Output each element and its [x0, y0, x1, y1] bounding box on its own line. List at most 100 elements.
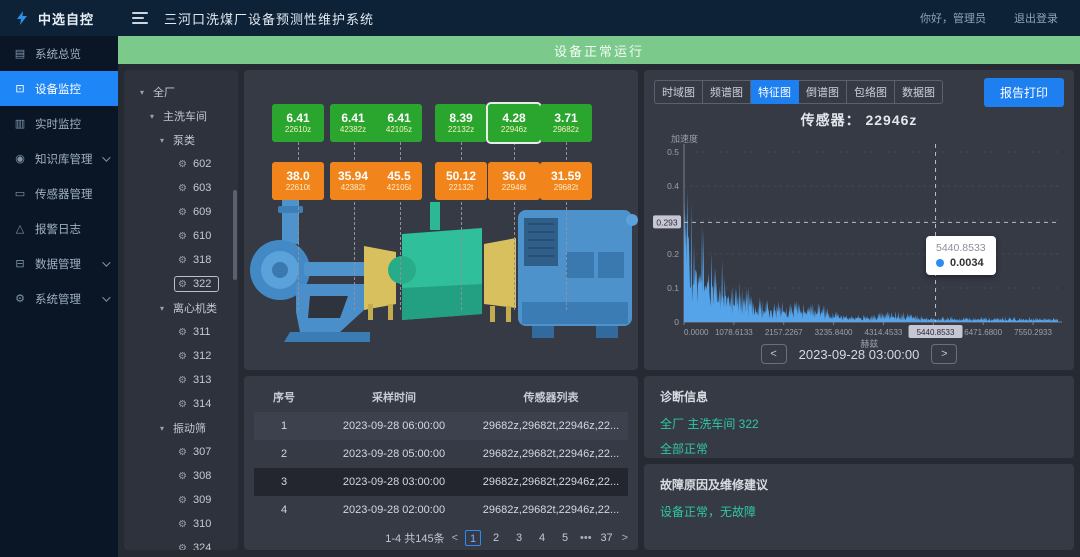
- page-1[interactable]: 1: [465, 530, 481, 546]
- table-row[interactable]: 42023-09-28 02:00:0029682z,29682t,22946z…: [254, 496, 628, 524]
- tree-node-root[interactable]: ▾全厂: [132, 80, 234, 104]
- tab-feature[interactable]: 特征图: [751, 80, 799, 104]
- next-date-button[interactable]: >: [931, 344, 957, 364]
- sensor-box-42382z-42105z[interactable]: 6.4142382z 6.4142105z: [330, 104, 422, 142]
- tab-cepstrum[interactable]: 倒谱图: [799, 80, 847, 104]
- sensor-box-22132t[interactable]: 50.1222132t: [435, 162, 487, 200]
- page-2[interactable]: 2: [488, 530, 504, 546]
- sidebar-item-data-mgmt[interactable]: ⊟数据管理: [0, 246, 118, 281]
- sensor-box-29682z[interactable]: 3.7129682z: [540, 104, 592, 142]
- tree-group-pumps[interactable]: ▾泵类: [132, 128, 234, 152]
- equipment-illustration: [244, 192, 638, 352]
- next-page-button[interactable]: >: [622, 532, 628, 544]
- tree-leaf-322-selected[interactable]: ⚙322: [132, 272, 234, 296]
- device-monitor-icon: ⊡: [13, 82, 27, 95]
- spectrum-chart[interactable]: 加速度00.10.20.30.40.50.00001078.61332157.2…: [652, 132, 1066, 348]
- gear-icon: ⚙: [178, 255, 188, 266]
- sidebar-item-system-mgmt[interactable]: ⚙系统管理: [0, 281, 118, 316]
- tree-leaf-308[interactable]: ⚙308: [132, 464, 234, 488]
- settings-icon: ⚙: [13, 292, 27, 305]
- tab-spectrum[interactable]: 频谱图: [703, 80, 751, 104]
- tree-leaf-312[interactable]: ⚙312: [132, 344, 234, 368]
- tree-scrollbar[interactable]: [233, 190, 237, 280]
- tree-leaf-602[interactable]: ⚙602: [132, 152, 234, 176]
- svg-text:0.293: 0.293: [656, 217, 678, 227]
- prev-page-button[interactable]: <: [452, 532, 458, 544]
- tree-leaf-324[interactable]: ⚙324: [132, 536, 234, 550]
- tab-data[interactable]: 数据图: [895, 80, 943, 104]
- tree-leaf-309[interactable]: ⚙309: [132, 488, 234, 512]
- diagnosis-panel: 诊断信息 全厂 主洗车间 322 全部正常: [644, 376, 1074, 458]
- tree-leaf-314[interactable]: ⚙314: [132, 392, 234, 416]
- logout-link[interactable]: 退出登录: [1014, 10, 1058, 26]
- lightning-icon: [14, 10, 30, 26]
- sidebar-item-overview[interactable]: ▤系统总览: [0, 36, 118, 71]
- pagination: 1-4 共145条 < 1 2 3 4 5 ••• 37 >: [254, 530, 628, 546]
- chevron-down-icon: [102, 293, 110, 301]
- logo-text: 中选自控: [38, 9, 94, 28]
- diagnosis-location-link[interactable]: 全厂 主洗车间 322: [660, 415, 1058, 432]
- svg-text:3235.8400: 3235.8400: [815, 328, 853, 337]
- sidebar-item-device-monitor[interactable]: ⊡设备监控: [0, 71, 118, 106]
- gear-icon: ⚙: [178, 543, 188, 551]
- user-greeting: 你好，管理员: [920, 10, 986, 26]
- sidebar-item-sensors[interactable]: ▭传感器管理: [0, 176, 118, 211]
- sensor-box-29682t[interactable]: 31.5929682t: [540, 162, 592, 200]
- device-tree-panel: ▾全厂 ▾主洗车间 ▾泵类 ⚙602 ⚙603 ⚙609 ⚙610 ⚙318 ⚙…: [124, 70, 238, 550]
- logo: 中选自控: [0, 0, 118, 36]
- tree-node-workshop[interactable]: ▾主洗车间: [132, 104, 234, 128]
- col-header-no: 序号: [254, 382, 314, 412]
- sensor-box-22946z-selected[interactable]: 4.2822946z: [488, 104, 540, 142]
- svg-text:7550.2933: 7550.2933: [1014, 328, 1052, 337]
- col-header-sensors: 传感器列表: [474, 382, 628, 412]
- tree-leaf-609[interactable]: ⚙609: [132, 200, 234, 224]
- chevron-down-icon: [102, 258, 110, 266]
- realtime-icon: ▥: [13, 117, 27, 130]
- gear-icon: ⚙: [178, 351, 188, 362]
- svg-text:加速度: 加速度: [671, 133, 698, 144]
- sidebar-item-realtime[interactable]: ▥实时监控: [0, 106, 118, 141]
- tree-leaf-310[interactable]: ⚙310: [132, 512, 234, 536]
- page-3[interactable]: 3: [511, 530, 527, 546]
- tree-group-centrifuges[interactable]: ▾离心机类: [132, 296, 234, 320]
- diagnosis-status-link[interactable]: 全部正常: [660, 440, 1058, 457]
- table-row[interactable]: 12023-09-28 06:00:0029682z,29682t,22946z…: [254, 412, 628, 440]
- tree-leaf-610[interactable]: ⚙610: [132, 224, 234, 248]
- tree-group-screens[interactable]: ▾振动筛: [132, 416, 234, 440]
- pagination-ellipsis: •••: [580, 532, 592, 544]
- sidebar-item-alarm-log[interactable]: △报警日志: [0, 211, 118, 246]
- svg-text:0.1: 0.1: [667, 283, 679, 293]
- sidebar: ▤系统总览 ⊡设备监控 ▥实时监控 ◉知识库管理 ▭传感器管理 △报警日志 ⊟数…: [0, 36, 118, 557]
- svg-text:6471.6800: 6471.6800: [964, 328, 1002, 337]
- tree-leaf-318[interactable]: ⚙318: [132, 248, 234, 272]
- caret-down-icon: ▾: [140, 88, 148, 97]
- table-row[interactable]: 22023-09-28 05:00:0029682z,29682t,22946z…: [254, 440, 628, 468]
- menu-collapse-icon[interactable]: [132, 12, 148, 24]
- tree-leaf-313[interactable]: ⚙313: [132, 368, 234, 392]
- tree-leaf-307[interactable]: ⚙307: [132, 440, 234, 464]
- gear-icon: ⚙: [178, 375, 188, 386]
- pagination-summary: 1-4 共145条: [385, 530, 444, 546]
- sensor-box-22610z[interactable]: 6.4122610z: [272, 104, 324, 142]
- gear-icon: ⚙: [178, 231, 188, 242]
- chart-tabs: 时域图 频谱图 特征图 倒谱图 包络图 数据图: [654, 80, 943, 104]
- sensor-box-22132z[interactable]: 8.3922132z: [435, 104, 487, 142]
- series-dot-icon: [936, 259, 944, 267]
- table-row-selected[interactable]: 32023-09-28 03:00:0029682z,29682t,22946z…: [254, 468, 628, 496]
- page-last[interactable]: 37: [599, 530, 615, 546]
- page-5[interactable]: 5: [557, 530, 573, 546]
- spectrum-svg: 加速度00.10.20.30.40.50.00001078.61332157.2…: [652, 132, 1066, 348]
- svg-text:0.0000: 0.0000: [684, 328, 709, 337]
- sensor-box-22946t[interactable]: 36.022946t: [488, 162, 540, 200]
- prev-date-button[interactable]: <: [761, 344, 787, 364]
- fault-title: 故障原因及维修建议: [660, 476, 1058, 493]
- tree-leaf-311[interactable]: ⚙311: [132, 320, 234, 344]
- sensor-box-42382t-42105t[interactable]: 35.9442382t 45.542105t: [330, 162, 422, 200]
- sensor-box-22610t[interactable]: 38.022610t: [272, 162, 324, 200]
- sidebar-item-knowledge[interactable]: ◉知识库管理: [0, 141, 118, 176]
- page-4[interactable]: 4: [534, 530, 550, 546]
- tab-envelope[interactable]: 包络图: [847, 80, 895, 104]
- tab-time-domain[interactable]: 时域图: [654, 80, 703, 104]
- tree-leaf-603[interactable]: ⚙603: [132, 176, 234, 200]
- print-report-button[interactable]: 报告打印: [984, 78, 1064, 107]
